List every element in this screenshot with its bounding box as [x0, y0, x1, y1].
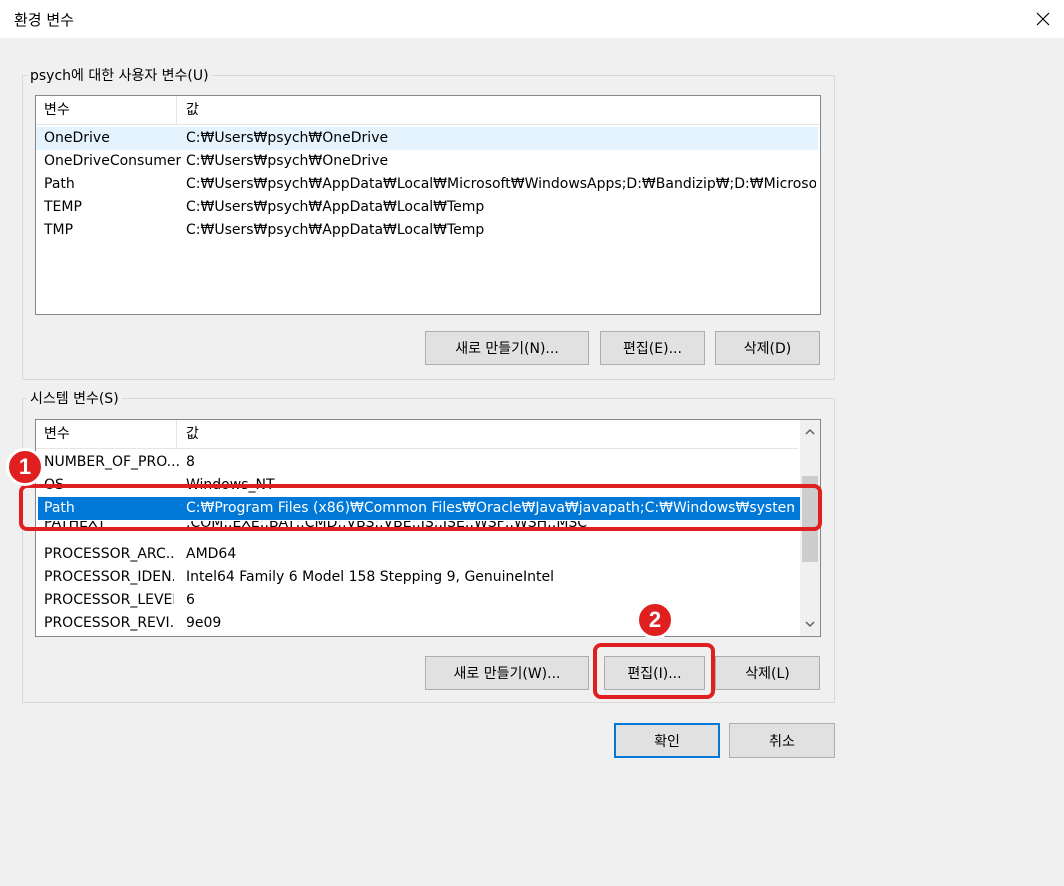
- column-header-value[interactable]: 값: [186, 420, 199, 448]
- step-marker-2-label: 2: [648, 607, 662, 632]
- var-name: TMP: [44, 222, 74, 238]
- column-header-value[interactable]: 값: [186, 96, 199, 124]
- system-delete-button[interactable]: 삭제(L): [715, 656, 820, 690]
- var-name: NUMBER_OF_PRO...: [44, 454, 181, 470]
- var-value: Intel64 Family 6 Model 158 Stepping 9, G…: [186, 569, 555, 585]
- list-item[interactable]: PROCESSOR_REVI... 9e09: [36, 612, 798, 635]
- system-vars-label-text: 시스템 변수(S): [30, 391, 119, 407]
- var-value: C:₩Users₩psych₩AppData₩Local₩Temp: [186, 199, 485, 215]
- var-name: OneDrive: [44, 130, 110, 146]
- list-item[interactable]: PROCESSOR_LEVEL 6: [36, 589, 798, 612]
- var-value: C:₩Users₩psych₩AppData₩Local₩Microsoft₩W…: [186, 176, 816, 192]
- chevron-down-icon: [805, 621, 815, 627]
- list-item[interactable]: PROCESSOR_IDEN... Intel64 Family 6 Model…: [36, 566, 798, 589]
- system-vars-list-header: 변수 값: [36, 420, 798, 449]
- list-item[interactable]: NUMBER_OF_PRO... 8: [36, 451, 798, 474]
- user-delete-button-label: 삭제(D): [743, 341, 792, 357]
- var-name: PROCESSOR_ARC...: [44, 546, 174, 562]
- close-button[interactable]: [1022, 0, 1064, 38]
- var-value: C:₩Users₩psych₩OneDrive: [186, 130, 389, 146]
- step-marker-1: 1: [6, 448, 44, 486]
- var-value: C:₩Users₩psych₩AppData₩Local₩Temp: [186, 222, 485, 238]
- user-vars-list[interactable]: 변수 값 OneDrive C:₩Users₩psych₩OneDrive On…: [35, 95, 821, 315]
- ok-button-label: 확인: [654, 733, 680, 750]
- highlight-edit-button: [593, 643, 715, 699]
- cancel-button-label: 취소: [769, 733, 795, 750]
- var-value: AMD64: [186, 546, 237, 562]
- list-item[interactable]: OneDriveConsumer C:₩Users₩psych₩OneDrive: [36, 150, 818, 173]
- var-name: PROCESSOR_IDEN...: [44, 569, 174, 585]
- user-vars-group-label: psych에 대한 사용자 변수(U): [27, 65, 212, 85]
- var-name: TEMP: [44, 199, 82, 215]
- user-edit-button[interactable]: 편집(E)...: [600, 331, 705, 365]
- column-header-name[interactable]: 변수: [44, 420, 70, 448]
- user-vars-label-text: psych에 대한 사용자 변수(U): [30, 68, 209, 84]
- system-new-button-label: 새로 만들기(W)...: [453, 666, 561, 682]
- system-delete-button-label: 삭제(L): [745, 666, 790, 682]
- var-value: 6: [186, 592, 195, 608]
- list-item[interactable]: TEMP C:₩Users₩psych₩AppData₩Local₩Temp: [36, 196, 818, 219]
- ok-button[interactable]: 확인: [614, 723, 720, 758]
- var-value: C:₩Users₩psych₩OneDrive: [186, 153, 389, 169]
- var-name: Path: [44, 176, 75, 192]
- system-new-button[interactable]: 새로 만들기(W)...: [425, 656, 589, 690]
- var-name: OneDriveConsumer: [44, 153, 182, 169]
- user-vars-list-header: 변수 값: [36, 96, 820, 125]
- cancel-button[interactable]: 취소: [729, 723, 835, 758]
- user-new-button[interactable]: 새로 만들기(N)...: [425, 331, 589, 365]
- step-marker-1-label: 1: [18, 454, 32, 479]
- scroll-up-button[interactable]: [800, 420, 820, 444]
- title-bar: [0, 0, 1064, 38]
- column-header-name[interactable]: 변수: [44, 96, 70, 124]
- var-name: PROCESSOR_LEVEL: [44, 592, 174, 608]
- var-value: 9e09: [186, 615, 222, 631]
- chevron-up-icon: [805, 429, 815, 435]
- var-name: PROCESSOR_REVI...: [44, 615, 174, 631]
- var-value: 8: [186, 454, 195, 470]
- scroll-down-button[interactable]: [800, 612, 820, 636]
- list-item[interactable]: PROCESSOR_ARC... AMD64: [36, 543, 798, 566]
- system-vars-group-label: 시스템 변수(S): [27, 388, 122, 408]
- window-title: 환경 변수: [14, 11, 74, 29]
- list-item[interactable]: Path C:₩Users₩psych₩AppData₩Local₩Micros…: [36, 173, 818, 196]
- highlight-path-row: [19, 484, 822, 531]
- user-edit-button-label: 편집(E)...: [623, 341, 682, 357]
- list-item[interactable]: TMP C:₩Users₩psych₩AppData₩Local₩Temp: [36, 219, 818, 242]
- step-marker-2: 2: [636, 601, 674, 639]
- user-delete-button[interactable]: 삭제(D): [715, 331, 820, 365]
- user-new-button-label: 새로 만들기(N)...: [455, 341, 559, 357]
- close-icon: [1036, 12, 1050, 26]
- list-item[interactable]: OneDrive C:₩Users₩psych₩OneDrive: [36, 127, 818, 150]
